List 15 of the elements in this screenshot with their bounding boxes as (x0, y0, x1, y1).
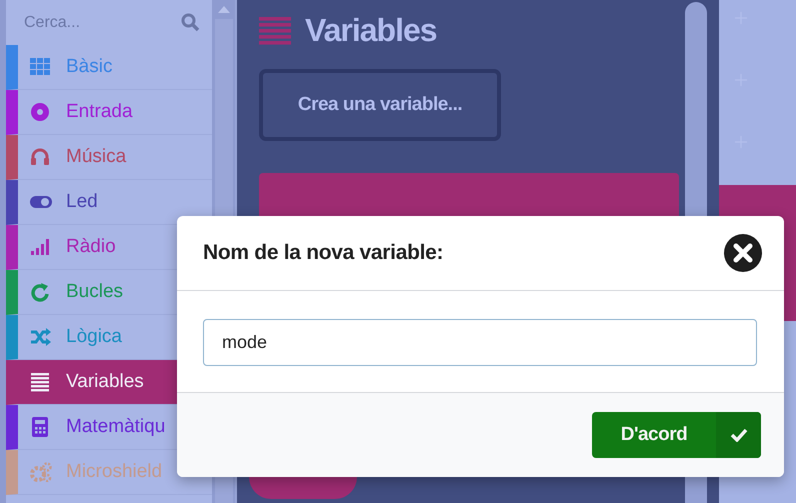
category-icon (30, 102, 52, 122)
variable-name-field[interactable]: mode (203, 319, 757, 366)
search-field[interactable]: Cerca... (24, 14, 154, 32)
check-icon (730, 428, 748, 442)
close-icon[interactable] (724, 234, 762, 272)
category-icon (30, 372, 52, 392)
category-icon (30, 57, 52, 77)
variables-icon (259, 16, 291, 46)
create-variable-button[interactable]: Crea una variable... (259, 69, 501, 141)
category-icon (30, 147, 52, 167)
category-icon (30, 462, 52, 482)
category-icon (30, 327, 52, 347)
ok-button[interactable]: D'acord (592, 412, 761, 458)
category-icon (30, 237, 52, 257)
flyout-title: Variables (305, 12, 437, 49)
